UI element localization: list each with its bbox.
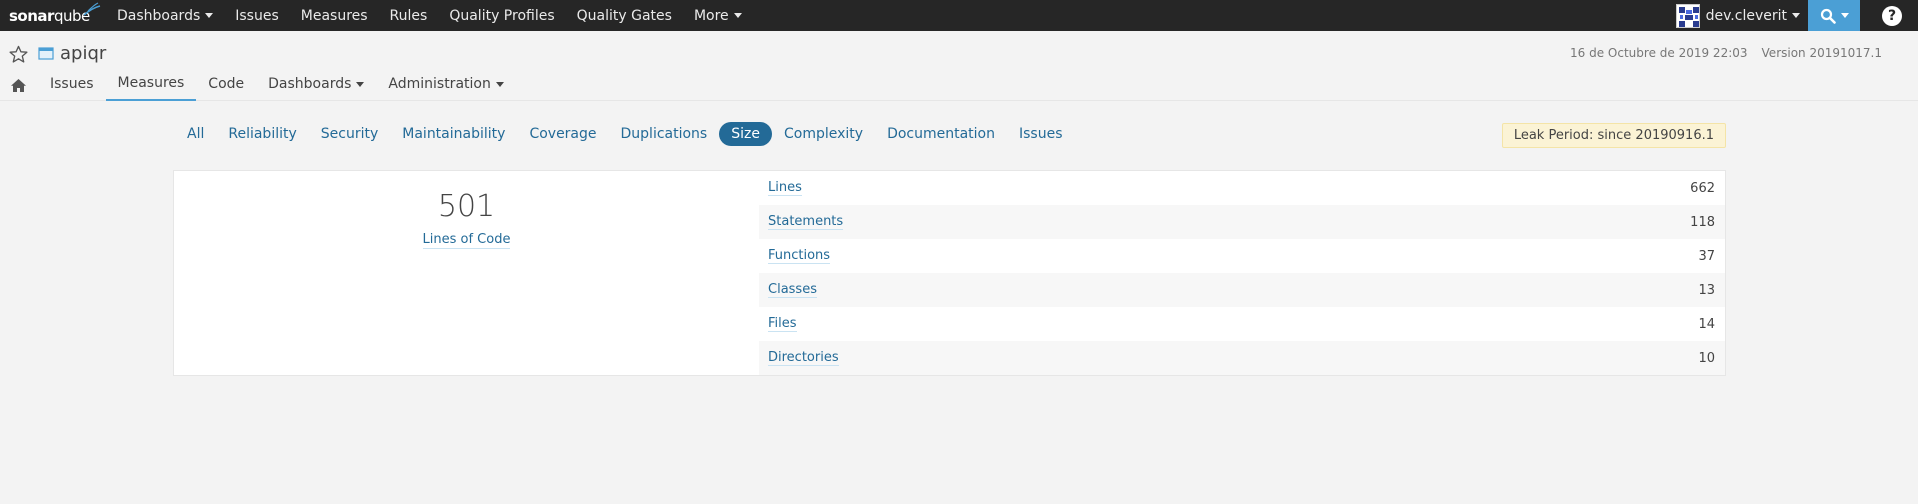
domain-tab-maintainability[interactable]: Maintainability bbox=[390, 122, 517, 146]
analysis-date: 16 de Octubre de 2019 22:03 bbox=[1570, 46, 1748, 60]
gnav-quality-profiles[interactable]: Quality Profiles bbox=[449, 8, 554, 24]
project-version: Version 20191017.1 bbox=[1761, 46, 1882, 60]
domain-tab-complexity[interactable]: Complexity bbox=[772, 122, 875, 146]
tab-measures[interactable]: Measures bbox=[105, 70, 197, 101]
search-button[interactable] bbox=[1808, 0, 1860, 31]
gnav-quality-profiles-label: Quality Profiles bbox=[449, 7, 555, 24]
tab-issues[interactable]: Issues bbox=[38, 70, 106, 101]
gnav-rules[interactable]: Rules bbox=[390, 8, 428, 24]
tab-code-label: Code bbox=[208, 76, 245, 92]
measure-row-files[interactable]: Files 14 bbox=[759, 307, 1725, 341]
measure-row-functions[interactable]: Functions 37 bbox=[759, 239, 1725, 273]
gnav-measures[interactable]: Measures bbox=[301, 8, 368, 24]
chevron-down-icon bbox=[356, 81, 365, 87]
lines-of-code-link[interactable]: Lines of Code bbox=[422, 232, 511, 249]
sonarqube-logo[interactable]: sonarqube bbox=[9, 0, 101, 31]
chevron-down-icon bbox=[733, 13, 742, 18]
tab-administration-label: Administration bbox=[388, 76, 491, 92]
tab-dashboards[interactable]: Dashboards bbox=[256, 70, 376, 101]
domain-tab-reliability[interactable]: Reliability bbox=[216, 122, 308, 146]
gnav-issues-label: Issues bbox=[235, 7, 279, 24]
help-icon: ? bbox=[1887, 8, 1897, 24]
measure-label[interactable]: Files bbox=[768, 316, 797, 332]
help-button[interactable]: ? bbox=[1882, 6, 1902, 26]
measure-label[interactable]: Classes bbox=[768, 282, 817, 298]
tab-issues-label: Issues bbox=[50, 76, 94, 92]
project-icon bbox=[38, 47, 54, 60]
home-icon[interactable] bbox=[10, 78, 27, 93]
measure-label[interactable]: Functions bbox=[768, 248, 831, 264]
measure-value: 37 bbox=[1698, 248, 1715, 264]
measure-list: Lines 662 Statements 118 Functions 37 Cl… bbox=[759, 171, 1725, 375]
gnav-issues[interactable]: Issues bbox=[235, 8, 279, 24]
tab-code[interactable]: Code bbox=[196, 70, 256, 101]
gnav-dashboards[interactable]: Dashboards bbox=[117, 7, 214, 24]
main-measure: 501 Lines of Code bbox=[174, 171, 759, 375]
avatar bbox=[1675, 3, 1700, 28]
logo-text-main: sonar bbox=[9, 6, 54, 25]
project-meta: 16 de Octubre de 2019 22:03 Version 2019… bbox=[1570, 46, 1882, 60]
username: dev.cleverit bbox=[1705, 7, 1787, 24]
search-icon bbox=[1820, 8, 1836, 24]
domain-tabs: All Reliability Security Maintainability… bbox=[175, 122, 1075, 146]
measure-label[interactable]: Lines bbox=[768, 180, 802, 196]
user-menu[interactable]: dev.cleverit bbox=[1675, 3, 1800, 28]
tab-measures-label: Measures bbox=[117, 75, 185, 91]
measure-row-directories[interactable]: Directories 10 bbox=[759, 341, 1725, 375]
tab-administration[interactable]: Administration bbox=[376, 70, 515, 101]
chevron-down-icon bbox=[205, 13, 214, 18]
measure-value: 13 bbox=[1698, 282, 1715, 298]
domain-tab-documentation[interactable]: Documentation bbox=[875, 122, 1007, 146]
measure-row-lines[interactable]: Lines 662 bbox=[759, 171, 1725, 205]
measure-label[interactable]: Directories bbox=[768, 350, 839, 366]
measure-value: 662 bbox=[1690, 180, 1715, 196]
gnav-more-label: More bbox=[693, 7, 729, 24]
domain-tab-all[interactable]: All bbox=[175, 122, 216, 146]
measure-row-classes[interactable]: Classes 13 bbox=[759, 273, 1725, 307]
gnav-quality-gates[interactable]: Quality Gates bbox=[577, 8, 672, 24]
lines-of-code-value[interactable]: 501 bbox=[174, 189, 759, 224]
chevron-down-icon bbox=[1840, 13, 1849, 18]
domain-tab-issues[interactable]: Issues bbox=[1007, 122, 1075, 146]
tab-dashboards-label: Dashboards bbox=[268, 76, 352, 92]
leak-period-badge: Leak Period: since 20190916.1 bbox=[1501, 123, 1726, 148]
chevron-down-icon bbox=[1792, 13, 1800, 18]
measure-value: 14 bbox=[1698, 316, 1715, 332]
measure-label[interactable]: Statements bbox=[768, 214, 844, 230]
domain-tab-size[interactable]: Size bbox=[719, 122, 772, 146]
logo-waves-icon bbox=[83, 2, 101, 16]
domain-tab-coverage[interactable]: Coverage bbox=[517, 122, 608, 146]
gnav-dashboards-label: Dashboards bbox=[117, 7, 201, 24]
measure-value: 118 bbox=[1690, 214, 1715, 230]
project-context-bar: apiqr 16 de Octubre de 2019 22:03 Versio… bbox=[0, 31, 1918, 101]
gnav-measures-label: Measures bbox=[300, 7, 368, 24]
global-navbar: sonarqube Dashboards Issues Measures Rul… bbox=[0, 0, 1918, 31]
chevron-down-icon bbox=[495, 81, 504, 87]
project-name[interactable]: apiqr bbox=[60, 43, 106, 64]
gnav-more[interactable]: More bbox=[694, 8, 742, 24]
domain-tab-duplications[interactable]: Duplications bbox=[609, 122, 720, 146]
star-icon[interactable] bbox=[9, 45, 28, 64]
global-nav-menu: Dashboards Issues Measures Rules Quality… bbox=[117, 0, 764, 31]
measure-value: 10 bbox=[1698, 350, 1715, 366]
measure-row-statements[interactable]: Statements 118 bbox=[759, 205, 1725, 239]
gnav-quality-gates-label: Quality Gates bbox=[576, 7, 672, 24]
domain-tab-security[interactable]: Security bbox=[309, 122, 391, 146]
gnav-rules-label: Rules bbox=[389, 7, 428, 24]
size-measures-panel: 501 Lines of Code Lines 662 Statements 1… bbox=[173, 170, 1726, 376]
